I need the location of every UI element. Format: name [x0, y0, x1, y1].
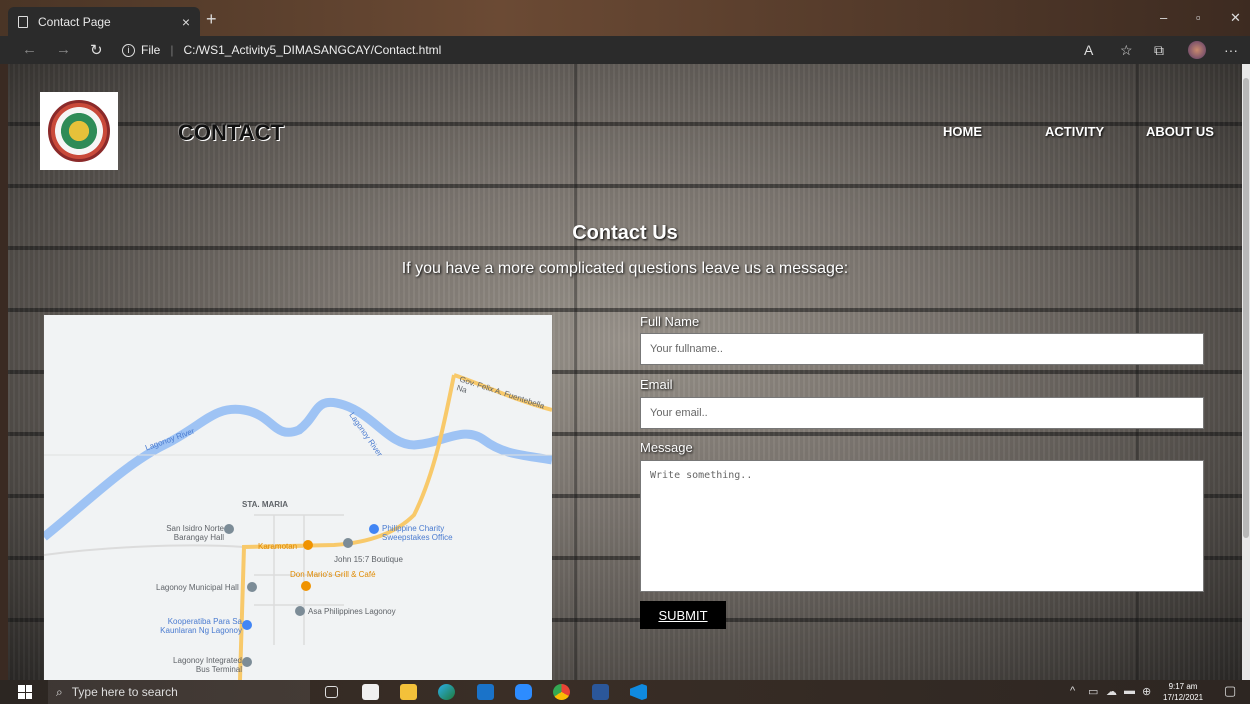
store-icon[interactable]: [362, 684, 379, 700]
url-field[interactable]: i File | C:/WS1_Activity5_DIMASANGCAY/Co…: [122, 40, 441, 60]
network-icon[interactable]: ⊕: [1142, 685, 1151, 698]
read-aloud-icon[interactable]: A: [1084, 42, 1093, 58]
page-title: CONTACT: [178, 120, 284, 145]
page-scrollbar[interactable]: [1242, 64, 1250, 680]
windows-taskbar: ⌕ Type here to search ^ ▭ ☁ ▬ ⊕ 9:17 am …: [0, 680, 1250, 704]
wood-divider: [574, 64, 577, 680]
info-icon[interactable]: i: [122, 43, 135, 57]
forward-icon[interactable]: →: [56, 41, 71, 58]
task-view-icon[interactable]: [325, 686, 338, 698]
tab-close-icon[interactable]: ×: [182, 14, 190, 30]
edge-icon[interactable]: [438, 684, 455, 700]
reload-icon[interactable]: ↻: [90, 41, 103, 59]
embedded-map[interactable]: Lagonoy River Lagonoy River Gov. Felix A…: [44, 315, 552, 680]
close-window-button[interactable]: ✕: [1230, 10, 1241, 26]
notification-icon[interactable]: ▢: [1224, 683, 1236, 699]
mail-icon[interactable]: [477, 684, 494, 700]
more-menu-icon[interactable]: ···: [1224, 42, 1238, 58]
doc-icon: [18, 15, 28, 28]
tab-contact-page[interactable]: Contact Page ×: [8, 7, 200, 36]
contact-heading: Contact Us: [572, 222, 678, 244]
nav-activity[interactable]: ACTIVITY: [1045, 124, 1104, 139]
submit-button[interactable]: SUBMIT: [640, 601, 726, 629]
map-label: Karamotan: [258, 542, 298, 551]
map-label: Lagonoy Integrated Bus Terminal: [173, 656, 242, 674]
explorer-icon[interactable]: [400, 684, 417, 700]
webpage: CONTACT HOME ACTIVITY ABOUT US Contact U…: [8, 64, 1242, 680]
system-clock[interactable]: 9:17 am 17/12/2021: [1163, 681, 1203, 703]
restore-button[interactable]: ▫: [1196, 10, 1201, 25]
message-textarea[interactable]: [640, 460, 1204, 592]
contact-subheading: If you have a more complicated questions…: [401, 260, 849, 277]
nav-home[interactable]: HOME: [943, 124, 982, 139]
word-icon[interactable]: [592, 684, 609, 700]
site-logo: [40, 92, 118, 170]
tab-strip: Contact Page × + – ▫ ✕: [0, 0, 1250, 36]
tab-title: Contact Page: [38, 14, 111, 29]
zoom-icon[interactable]: [515, 684, 532, 700]
search-icon: ⌕: [56, 684, 63, 699]
chevron-up-icon[interactable]: ^: [1070, 685, 1075, 697]
clock-time: 9:17 am: [1168, 682, 1198, 691]
scrollbar-thumb[interactable]: [1243, 78, 1249, 538]
map-label: John 15:7 Boutique: [334, 555, 403, 564]
municipal-seal-icon: [48, 100, 110, 162]
fullname-input[interactable]: [640, 333, 1204, 365]
taskbar-search[interactable]: ⌕ Type here to search: [48, 680, 310, 704]
message-label: Message: [640, 440, 693, 455]
map-label: Kooperatiba Para Sa Kaunlaran Ng Lagonoy: [160, 617, 242, 635]
clock-date: 17/12/2021: [1163, 693, 1204, 702]
windows-start-icon[interactable]: [18, 685, 32, 699]
back-icon[interactable]: ←: [22, 41, 37, 58]
battery-icon[interactable]: ▭: [1088, 685, 1098, 698]
cloud-icon[interactable]: ☁: [1106, 685, 1117, 698]
favorites-icon[interactable]: ☆: [1120, 42, 1133, 59]
map-label: San Isidro Norte Barangay Hall: [166, 524, 224, 542]
new-tab-button[interactable]: +: [206, 9, 217, 30]
minimize-button[interactable]: –: [1160, 10, 1167, 25]
email-input[interactable]: [640, 397, 1204, 429]
chrome-icon[interactable]: [553, 684, 570, 700]
keyboard-icon[interactable]: ▬: [1124, 685, 1135, 697]
vscode-icon[interactable]: [630, 684, 647, 700]
url-text[interactable]: C:/WS1_Activity5_DIMASANGCAY/Contact.htm…: [183, 43, 441, 57]
email-label: Email: [640, 377, 673, 392]
map-label: Don Mario's Grill & Café: [290, 570, 376, 579]
map-graphic: [44, 373, 552, 680]
map-label: Lagonoy Municipal Hall: [156, 583, 239, 592]
profile-avatar[interactable]: [1188, 41, 1206, 59]
nav-about-us[interactable]: ABOUT US: [1146, 124, 1214, 139]
map-label: Philippine Charity Sweepstakes Office: [382, 524, 453, 542]
url-scheme-label: File: [141, 43, 161, 57]
url-separator: |: [170, 43, 174, 57]
map-label: Asa Philippines Lagonoy: [308, 607, 396, 616]
search-placeholder: Type here to search: [71, 685, 178, 699]
collections-icon[interactable]: ⧉: [1154, 42, 1164, 59]
map-label: STA. MARIA: [242, 500, 289, 509]
fullname-label: Full Name: [640, 314, 700, 329]
address-bar: ← → ↻ i File | C:/WS1_Activity5_DIMASANG…: [0, 36, 1250, 64]
